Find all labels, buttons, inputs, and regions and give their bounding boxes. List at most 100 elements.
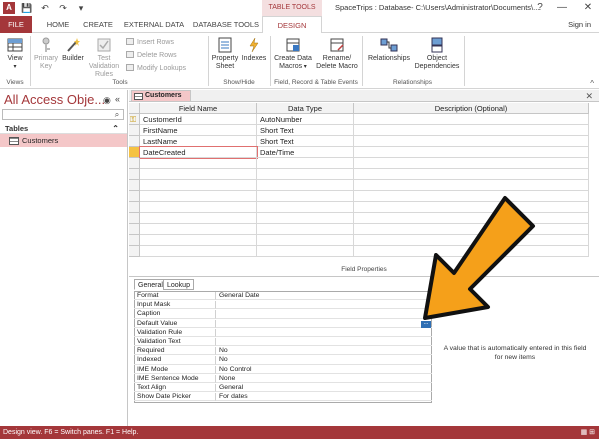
tab-external-data[interactable]: EXTERNAL DATA (122, 16, 186, 33)
field-name-cell[interactable]: FirstName (140, 125, 257, 136)
data-type-cell[interactable]: Short Text (257, 125, 354, 136)
redo-icon[interactable]: ↷ (56, 2, 70, 14)
field-name-cell[interactable] (140, 169, 257, 180)
data-type-cell[interactable] (257, 180, 354, 191)
data-type-cell[interactable]: Short Text (257, 136, 354, 147)
property-value[interactable]: No Control (216, 366, 432, 374)
insert-rows-button[interactable]: Insert Rows (126, 38, 174, 46)
undo-icon[interactable]: ↶ (38, 2, 52, 14)
tab-file[interactable]: FILE (0, 16, 32, 33)
field-name-cell[interactable] (140, 158, 257, 169)
row-selector[interactable] (129, 213, 140, 224)
field-name-cell[interactable] (140, 180, 257, 191)
property-value[interactable] (216, 329, 432, 338)
property-value[interactable] (216, 301, 432, 310)
field-name-cell[interactable]: LastName (140, 136, 257, 147)
nav-pane-title[interactable]: All Access Obje... (4, 92, 105, 107)
view-switcher[interactable]: ▦ ⊞ (581, 426, 595, 439)
document-tab-customers[interactable]: Customers (131, 90, 191, 102)
field-name-cell[interactable] (140, 224, 257, 235)
collapse-section-icon[interactable]: ⌃ (112, 123, 119, 134)
nav-section-tables[interactable]: Tables ⌃ (0, 123, 127, 134)
indexes-button[interactable]: Indexes (241, 37, 267, 63)
row-selector[interactable] (129, 246, 140, 257)
data-type-cell[interactable] (257, 246, 354, 257)
data-type-cell[interactable] (257, 191, 354, 202)
view-button[interactable]: View ▾ (3, 37, 27, 71)
row-selector[interactable] (129, 180, 140, 191)
field-name-cell[interactable] (140, 191, 257, 202)
row-selector[interactable] (129, 169, 140, 180)
property-value[interactable]: No (216, 356, 432, 365)
tab-home[interactable]: HOME (40, 16, 76, 33)
collapse-ribbon-icon[interactable]: ^ (590, 79, 594, 88)
builder-label: Builder (62, 55, 84, 62)
property-value[interactable]: No (216, 347, 432, 356)
create-data-macros-button[interactable]: Create Data Macros ▾ (272, 37, 314, 71)
field-name-cell[interactable] (140, 213, 257, 224)
sign-in-link[interactable]: Sign in (568, 16, 591, 33)
tab-database-tools[interactable]: DATABASE TOOLS (192, 16, 260, 33)
object-dependencies-button[interactable]: Object Dependencies (414, 37, 460, 71)
builder-button[interactable]: Builder (60, 37, 86, 63)
row-selector[interactable] (129, 158, 140, 169)
data-type-cell[interactable] (257, 224, 354, 235)
help-icon[interactable]: ? (529, 0, 551, 16)
tab-general[interactable]: General (134, 279, 167, 290)
description-cell[interactable] (354, 169, 589, 180)
shutter-bar-close-icon[interactable]: « (115, 94, 120, 104)
property-sheet-button[interactable]: Property Sheet (210, 37, 240, 71)
nav-search-input[interactable]: ⌕ (2, 109, 124, 120)
tab-create[interactable]: CREATE (80, 16, 116, 33)
field-name-cell[interactable]: CustomerId (140, 114, 257, 125)
field-name-cell[interactable]: DateCreated (139, 146, 258, 159)
close-window-icon[interactable]: ✕ (577, 0, 599, 16)
description-cell[interactable] (354, 114, 589, 125)
modify-lookups-button[interactable]: Modify Lookups (126, 64, 186, 72)
rename-delete-macro-button[interactable]: Rename/ Delete Macro (315, 37, 359, 71)
nav-menu-icon[interactable]: ◉ (103, 95, 111, 106)
property-value[interactable] (216, 310, 432, 319)
row-selector[interactable] (129, 202, 140, 213)
nav-item-customers[interactable]: Customers (0, 134, 127, 147)
search-icon[interactable]: ⌕ (112, 110, 122, 119)
description-cell[interactable] (354, 136, 589, 147)
data-type-cell[interactable]: Date/Time (257, 147, 354, 158)
data-type-cell[interactable]: AutoNumber (257, 114, 354, 125)
description-cell[interactable] (354, 125, 589, 136)
property-value[interactable] (216, 320, 432, 328)
customize-qat-icon[interactable]: ▾ (74, 2, 88, 14)
property-value[interactable] (216, 338, 432, 347)
tab-lookup[interactable]: Lookup (163, 279, 194, 290)
row-selector[interactable] (129, 235, 140, 246)
test-validation-rules-button[interactable]: Test Validation Rules (87, 37, 121, 79)
row-selector[interactable] (129, 147, 140, 158)
row-selector[interactable] (129, 224, 140, 235)
close-document-icon[interactable]: ✕ (585, 90, 593, 102)
minimize-icon[interactable]: — (551, 0, 573, 16)
property-value[interactable]: General (216, 384, 432, 393)
relationships-button[interactable]: Relationships (365, 37, 413, 63)
delete-rows-button[interactable]: Delete Rows (126, 51, 177, 59)
data-type-cell[interactable] (257, 202, 354, 213)
property-value[interactable]: General Date (216, 292, 432, 301)
property-value[interactable]: None (216, 375, 432, 384)
data-type-cell[interactable] (257, 169, 354, 180)
save-icon[interactable]: 💾 (20, 2, 34, 14)
tab-design[interactable]: DESIGN (262, 16, 322, 34)
field-name-cell[interactable] (140, 246, 257, 257)
description-cell[interactable] (354, 147, 589, 158)
row-selector[interactable]: ⚿ (129, 114, 140, 125)
field-name-cell[interactable] (140, 202, 257, 213)
row-selector[interactable] (129, 136, 140, 147)
property-value[interactable]: For dates (216, 393, 432, 402)
row-selector[interactable] (129, 125, 140, 136)
data-type-cell[interactable] (257, 158, 354, 169)
data-type-cell[interactable] (257, 235, 354, 246)
column-header-data-type: Data Type (257, 103, 354, 114)
row-selector[interactable] (129, 191, 140, 202)
field-name-cell[interactable] (140, 235, 257, 246)
data-type-cell[interactable] (257, 213, 354, 224)
primary-key-button[interactable]: Primary Key (33, 37, 59, 71)
description-cell[interactable] (354, 158, 589, 169)
